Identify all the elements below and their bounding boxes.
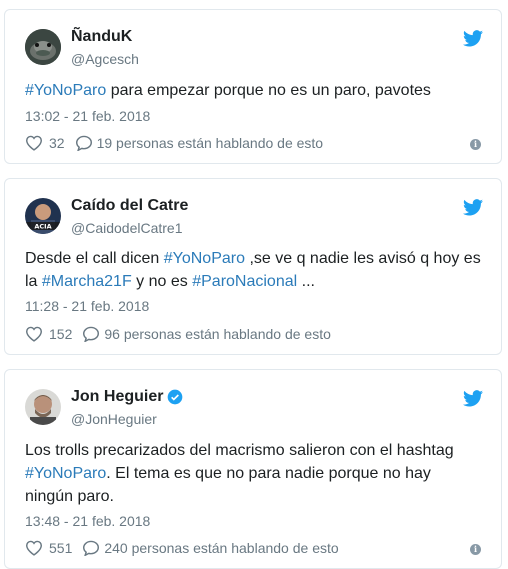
tweet-text: Los trolls precarizados del macrismo sal… [25, 439, 481, 508]
like-count[interactable]: 551 [49, 540, 72, 556]
person-avatar-icon [25, 389, 61, 425]
info-icon[interactable]: i [470, 139, 481, 150]
tweet-timestamp[interactable]: 11:28 - 21 feb. 2018 [25, 298, 149, 314]
avatar[interactable] [25, 389, 61, 425]
hashtag-link[interactable]: #YoNoParo [164, 250, 245, 267]
ostrich-avatar-icon [25, 29, 61, 65]
author-name-text: ÑanduK [71, 28, 133, 45]
hashtag-link[interactable]: #YoNoParo [25, 465, 106, 482]
reply-bubble-icon[interactable] [82, 540, 100, 556]
like-count[interactable]: 152 [49, 326, 72, 342]
tweet-text: Desde el call dicen #YoNoParo ,se ve q n… [25, 247, 481, 293]
person-avatar-icon: ACIA [25, 198, 61, 234]
tweet-text-segment: para empezar porque no es un paro, pavot… [106, 82, 431, 99]
twitter-bird-icon[interactable] [463, 199, 483, 216]
author-name-text: Caído del Catre [71, 197, 189, 214]
hashtag-link[interactable]: #YoNoParo [25, 82, 106, 99]
tweet-actions: 152 96 personas están hablando de esto [25, 326, 331, 342]
tweet-card[interactable]: ACIA Caído del Catre @CaidodelCatre1 Des… [4, 178, 502, 355]
tweet-text-segment: Desde el call dicen [25, 250, 164, 267]
heart-icon[interactable] [25, 326, 43, 342]
author-name[interactable]: Caído del Catre [71, 197, 188, 215]
author-name[interactable]: Jon Heguier [71, 388, 183, 406]
avatar-caption: ACIA [34, 223, 51, 231]
reply-bubble-icon[interactable] [82, 326, 100, 342]
info-icon[interactable]: i [470, 544, 481, 555]
tweet-timestamp[interactable]: 13:48 - 21 feb. 2018 [25, 513, 150, 529]
tweet-text-segment: ... [297, 273, 315, 290]
tweet-timestamp[interactable]: 13:02 - 21 feb. 2018 [25, 108, 150, 124]
author-name[interactable]: ÑanduK [71, 28, 132, 46]
conversation-text[interactable]: 96 personas están hablando de esto [104, 326, 331, 342]
hashtag-link[interactable]: #Marcha21F [42, 273, 132, 290]
author-handle[interactable]: @Agcesch [71, 51, 139, 67]
heart-icon[interactable] [25, 135, 43, 151]
author-handle[interactable]: @CaidodelCatre1 [71, 220, 183, 236]
hashtag-link[interactable]: #ParoNacional [192, 273, 297, 290]
twitter-bird-icon[interactable] [463, 30, 483, 47]
conversation-text[interactable]: 240 personas están hablando de esto [104, 540, 338, 556]
tweet-actions: 551 240 personas están hablando de esto [25, 540, 339, 556]
tweet-card[interactable]: Jon Heguier @JonHeguier Los trolls preca… [4, 369, 502, 569]
avatar[interactable] [25, 29, 61, 65]
twitter-bird-icon[interactable] [463, 390, 483, 407]
tweet-text: #YoNoParo para empezar porque no es un p… [25, 79, 481, 102]
conversation-text[interactable]: 19 personas están hablando de esto [97, 135, 324, 151]
like-count[interactable]: 32 [49, 135, 65, 151]
tweet-text-segment: y no es [131, 273, 193, 290]
reply-bubble-icon[interactable] [75, 135, 93, 151]
tweet-card[interactable]: ÑanduK @Agcesch #YoNoParo para empezar p… [4, 9, 502, 164]
author-name-text: Jon Heguier [71, 388, 164, 405]
heart-icon[interactable] [25, 540, 43, 556]
author-handle[interactable]: @JonHeguier [71, 411, 157, 427]
tweet-text-segment: Los trolls precarizados del macrismo sal… [25, 442, 454, 459]
avatar[interactable]: ACIA [25, 198, 61, 234]
tweet-actions: 32 19 personas están hablando de esto [25, 135, 323, 151]
verified-badge-icon [168, 389, 183, 405]
